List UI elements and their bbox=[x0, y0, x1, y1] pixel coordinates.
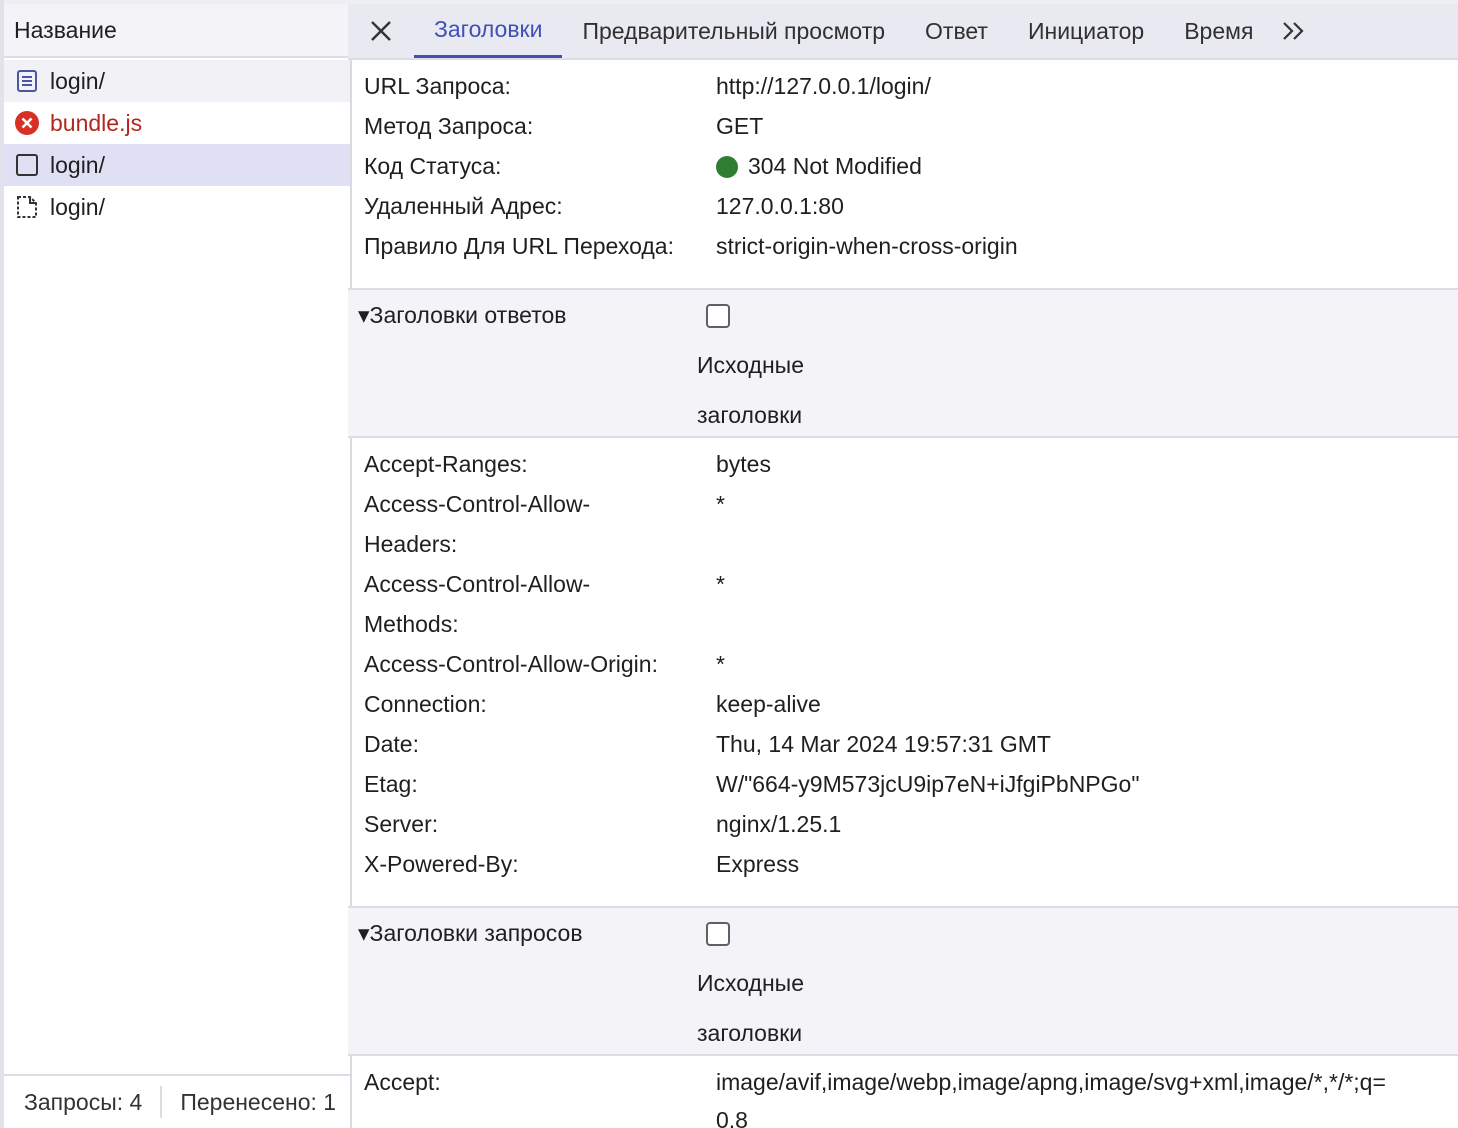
header-value: W/"664-y9M573jcU9ip7eN+iJfgiPbNPGo" bbox=[716, 771, 1140, 797]
header-value: strict-origin-when-cross-origin bbox=[716, 233, 1018, 259]
response-header-row: Date: Thu, 14 Mar 2024 19:57:31 GMT bbox=[364, 724, 1458, 764]
request-name: login/ bbox=[50, 151, 105, 178]
header-value: GET bbox=[716, 113, 764, 139]
header-value: Thu, 14 Mar 2024 19:57:31 GMT bbox=[716, 731, 1051, 757]
document-icon bbox=[14, 68, 40, 94]
response-header-row: Access-Control-Allow-Origin: * bbox=[364, 644, 1458, 684]
header-value: image/avif,image/webp,image/apng,image/s… bbox=[716, 1069, 1386, 1095]
header-value: * bbox=[716, 651, 725, 677]
general-row-remote: Удаленный Адрес: 127.0.0.1:80 bbox=[364, 186, 1458, 226]
general-row-method: Метод Запроса: GET bbox=[364, 106, 1458, 146]
header-value: bytes bbox=[716, 451, 771, 477]
header-key: URL Запроса: bbox=[364, 73, 511, 99]
header-key: Server: bbox=[364, 811, 439, 837]
tab-headers[interactable]: Заголовки bbox=[414, 4, 563, 58]
header-key: Date: bbox=[364, 731, 419, 757]
response-header-row: X-Powered-By: Express bbox=[364, 844, 1458, 884]
response-header-row-cont: Headers: bbox=[364, 524, 1458, 564]
header-key: X-Powered-By: bbox=[364, 851, 519, 877]
request-row-login[interactable]: login/ bbox=[4, 186, 350, 228]
header-value: 0.8 bbox=[716, 1107, 748, 1128]
request-row-bundle[interactable]: bundle.js bbox=[4, 102, 350, 144]
header-key: Accept: bbox=[364, 1069, 441, 1095]
header-key: Access-Control-Allow-Origin: bbox=[364, 651, 658, 677]
section-title: ▾Заголовки запросов bbox=[358, 920, 583, 946]
header-value[interactable]: http://127.0.0.1/login/ bbox=[716, 66, 931, 106]
tab-initiator[interactable]: Инициатор bbox=[1008, 4, 1164, 58]
response-headers-section[interactable]: ▾Заголовки ответов Исходные заголовки bbox=[348, 288, 1458, 438]
request-name: login/ bbox=[50, 67, 105, 94]
general-row-status: Код Статуса: 304 Not Modified bbox=[364, 146, 1458, 186]
request-headers-section[interactable]: ▾Заголовки запросов Исходные заголовки bbox=[348, 906, 1458, 1056]
file-icon bbox=[14, 194, 40, 220]
request-name: bundle.js bbox=[50, 109, 143, 136]
raw-headers-label: заголовки bbox=[697, 402, 803, 428]
status-divider bbox=[160, 1086, 163, 1118]
header-key: Connection: bbox=[364, 691, 487, 717]
tab-preview[interactable]: Предварительный просмотр bbox=[562, 4, 905, 58]
triangle-down-icon: ▾ bbox=[358, 302, 370, 328]
general-row-referrer: Правило Для URL Перехода: strict-origin-… bbox=[364, 226, 1458, 266]
response-header-row: Access-Control-Allow- * bbox=[364, 484, 1458, 524]
header-key: Метод Запроса: bbox=[364, 113, 534, 139]
name-column-label: Название bbox=[14, 16, 117, 43]
name-column-header[interactable]: Название bbox=[4, 4, 350, 58]
transferred-size: Перенесено: 1 bbox=[180, 1088, 337, 1115]
header-key: Methods: bbox=[364, 611, 459, 637]
tab-response[interactable]: Ответ bbox=[905, 4, 1008, 58]
raw-headers-label: Исходные bbox=[697, 970, 805, 996]
header-value: nginx/1.25.1 bbox=[716, 811, 842, 837]
header-value: 304 Not Modified bbox=[748, 153, 922, 179]
response-header-row-cont: Methods: bbox=[364, 604, 1458, 644]
header-key: Access-Control-Allow- bbox=[364, 491, 591, 517]
response-header-row: Access-Control-Allow- * bbox=[364, 564, 1458, 604]
status-value-wrap: 304 Not Modified bbox=[716, 146, 922, 186]
header-value: * bbox=[716, 571, 725, 597]
header-key: Удаленный Адрес: bbox=[364, 193, 563, 219]
response-header-row: Etag: W/"664-y9M573jcU9ip7eN+iJfgiPbNPGo… bbox=[364, 764, 1458, 804]
status-bar: Запросы: 4 Перенесено: 1 bbox=[4, 1074, 350, 1128]
details-panel: Заголовки Предварительный просмотр Ответ… bbox=[348, 0, 1458, 1128]
header-key: Код Статуса: bbox=[364, 153, 502, 179]
request-row-login-selected[interactable]: login/ bbox=[4, 144, 350, 186]
header-key: Правило Для URL Перехода: bbox=[364, 233, 674, 259]
header-key: Etag: bbox=[364, 771, 418, 797]
chevron-double-right-icon[interactable] bbox=[1273, 4, 1315, 58]
request-header-row-cont: 0.8 bbox=[364, 1100, 1458, 1128]
raw-headers-label: Исходные bbox=[697, 352, 805, 378]
details-tabbar: Заголовки Предварительный просмотр Ответ… bbox=[348, 4, 1458, 60]
requests-count: Запросы: 4 bbox=[24, 1088, 143, 1115]
raw-headers-label: заголовки bbox=[697, 1020, 803, 1046]
close-icon[interactable] bbox=[348, 4, 414, 58]
header-key: Access-Control-Allow- bbox=[364, 571, 591, 597]
header-value: 127.0.0.1:80 bbox=[716, 193, 844, 219]
tab-timing[interactable]: Время bbox=[1164, 4, 1273, 58]
header-key: Accept-Ranges: bbox=[364, 451, 528, 477]
response-header-row: Accept-Ranges: bytes bbox=[364, 444, 1458, 484]
header-value: keep-alive bbox=[716, 691, 821, 717]
header-value: * bbox=[716, 491, 725, 517]
error-icon bbox=[14, 110, 40, 136]
request-row-login[interactable]: login/ bbox=[4, 60, 350, 102]
response-header-row: Connection: keep-alive bbox=[364, 684, 1458, 724]
request-name: login/ bbox=[50, 193, 105, 220]
request-list-panel: Название login/ bundle.js login/ login/ … bbox=[0, 0, 352, 1128]
request-header-row: Accept: image/avif,image/webp,image/apng… bbox=[364, 1062, 1458, 1102]
triangle-down-icon: ▾ bbox=[358, 920, 370, 946]
section-title: ▾Заголовки ответов bbox=[358, 302, 567, 328]
raw-headers-checkbox[interactable] bbox=[706, 304, 730, 328]
general-row-url: URL Запроса: http://127.0.0.1/login/ bbox=[364, 66, 1458, 106]
raw-headers-checkbox[interactable] bbox=[706, 922, 730, 946]
response-header-row: Server: nginx/1.25.1 bbox=[364, 804, 1458, 844]
header-value: Express bbox=[716, 851, 800, 877]
checkbox-icon bbox=[14, 152, 40, 178]
status-dot-icon bbox=[716, 156, 738, 178]
header-key: Headers: bbox=[364, 531, 458, 557]
